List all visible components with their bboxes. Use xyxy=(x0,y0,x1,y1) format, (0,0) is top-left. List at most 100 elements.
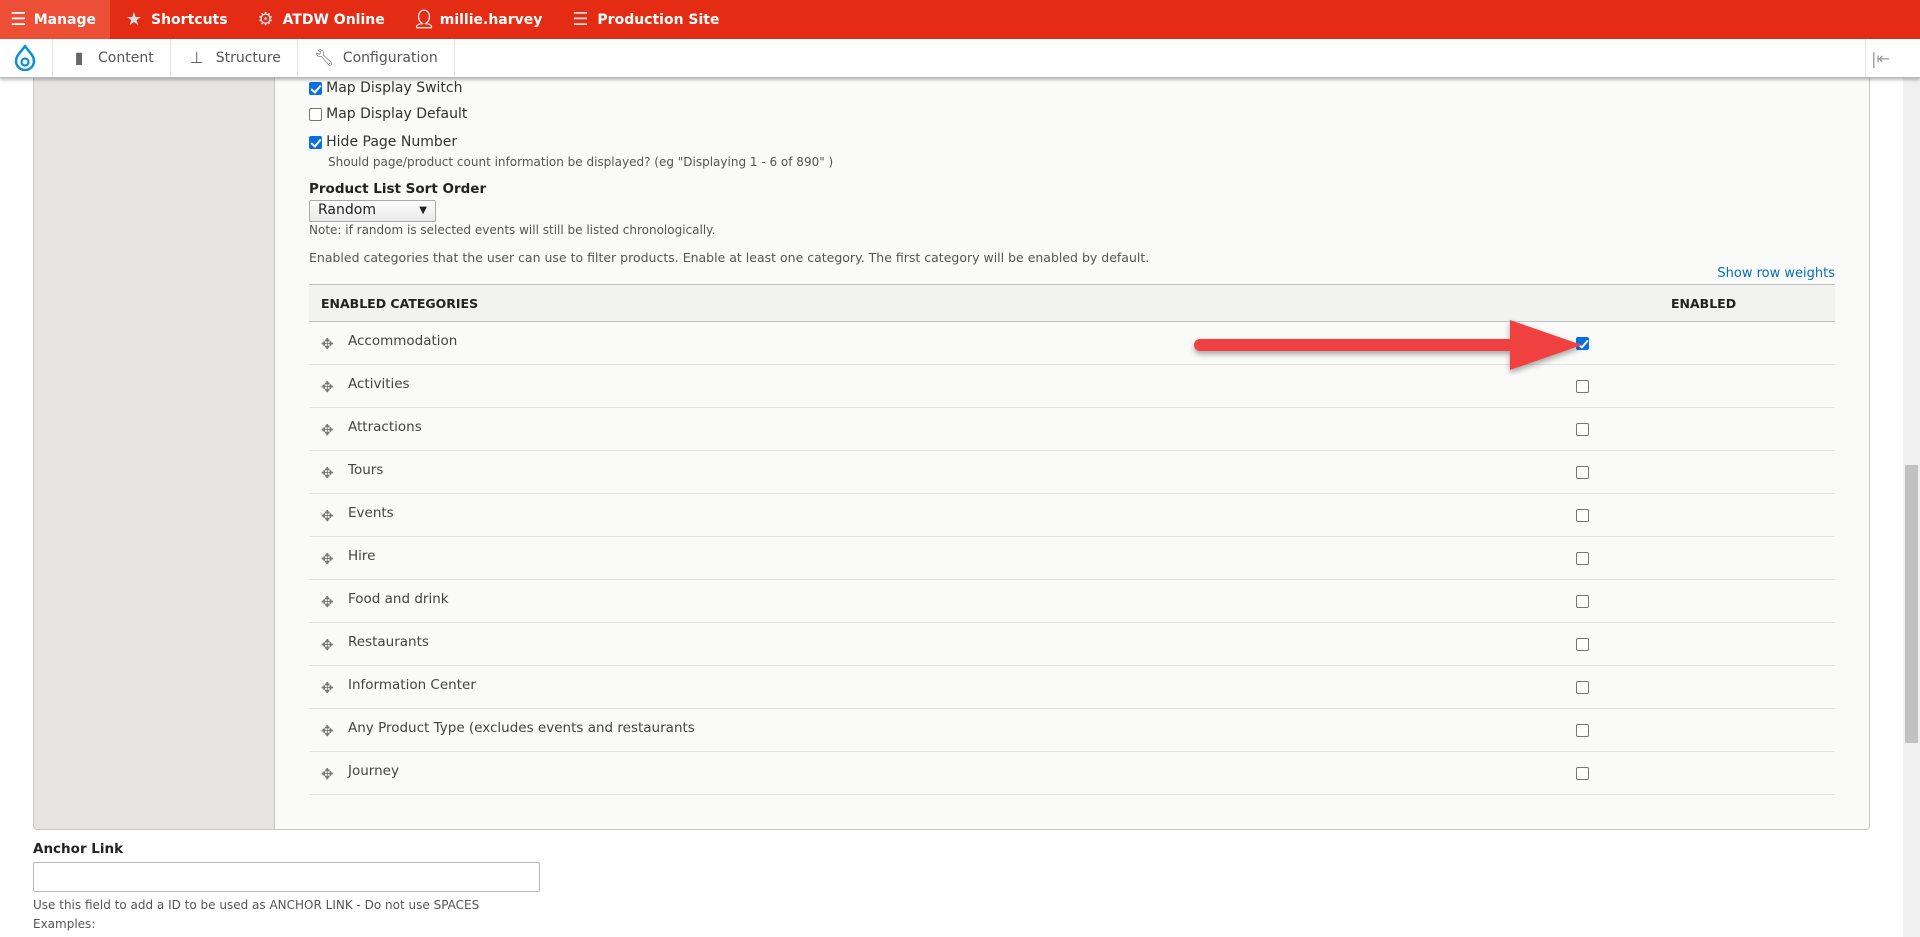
atdw-online-tab[interactable]: ⚙ ATDW Online xyxy=(242,0,399,39)
content-menu[interactable]: ▮ Content xyxy=(53,39,171,77)
table-row: ✥ Activities xyxy=(309,365,1835,408)
drupal-logo[interactable] xyxy=(0,39,53,77)
drag-handle-icon[interactable]: ✥ xyxy=(321,378,334,396)
sitemap-icon: ⊥ xyxy=(189,48,204,67)
category-enabled-checkbox[interactable] xyxy=(1576,681,1589,694)
dropdown-arrow-icon: ▼ xyxy=(419,205,427,216)
sort-order-select[interactable]: Random ▼ xyxy=(309,200,436,222)
vertical-tabs-menu xyxy=(33,78,275,830)
drag-handle-icon[interactable]: ✥ xyxy=(321,464,334,482)
drag-handle-icon[interactable]: ✥ xyxy=(321,421,334,439)
category-name: Information Center xyxy=(348,677,476,693)
user-label: millie.harvey xyxy=(439,11,543,28)
user-tab[interactable]: 👤︎ millie.harvey xyxy=(399,0,557,39)
drag-handle-icon[interactable]: ✥ xyxy=(321,722,334,740)
category-enabled-checkbox[interactable] xyxy=(1576,423,1589,436)
category-enabled-checkbox[interactable] xyxy=(1576,552,1589,565)
category-enabled-checkbox[interactable] xyxy=(1576,380,1589,393)
anchor-link-description: Use this field to add a ID to be used as… xyxy=(33,898,480,912)
map-display-switch-label: Map Display Switch xyxy=(326,80,463,96)
category-name: Events xyxy=(348,505,394,521)
manage-label: Manage xyxy=(33,11,96,28)
table-header: ENABLED CATEGORIES ENABLED xyxy=(309,284,1835,322)
production-site-tab[interactable]: ☰ Production Site xyxy=(556,0,733,39)
map-display-default-checkbox[interactable] xyxy=(309,108,322,121)
collapse-toolbar-button[interactable]: |⇤ xyxy=(1865,39,1895,77)
table-row: ✥ Hire xyxy=(309,537,1835,580)
category-enabled-checkbox[interactable] xyxy=(1576,509,1589,522)
category-name: Hire xyxy=(348,548,376,564)
user-icon: 👤︎ xyxy=(412,8,436,30)
category-enabled-checkbox[interactable] xyxy=(1576,466,1589,479)
category-name: Accommodation xyxy=(348,333,458,349)
category-name: Food and drink xyxy=(348,591,449,607)
configuration-label: Configuration xyxy=(342,50,438,66)
admin-toolbar: ☰ Manage ★ Shortcuts ⚙ ATDW Online 👤︎ millie… xyxy=(0,0,1920,39)
table-row: ✥ Attractions xyxy=(309,408,1835,451)
sort-order-label: Product List Sort Order xyxy=(309,181,487,197)
hamburger-icon: ☰ xyxy=(10,8,27,30)
drupal-drop-icon xyxy=(14,45,36,71)
drag-handle-icon[interactable]: ✥ xyxy=(321,765,334,783)
categories-table: ENABLED CATEGORIES ENABLED ✥ Accommodatio… xyxy=(309,284,1835,795)
table-row: ✥ Tours xyxy=(309,451,1835,494)
hide-page-number-label: Hide Page Number xyxy=(326,134,458,150)
document-icon: ▮ xyxy=(74,48,84,67)
hide-page-number-checkbox[interactable] xyxy=(309,136,322,149)
configuration-menu[interactable]: 🔧︎ Configuration xyxy=(298,39,455,77)
category-name: Attractions xyxy=(348,419,422,435)
drag-handle-icon[interactable]: ✥ xyxy=(321,335,334,353)
category-enabled-checkbox[interactable] xyxy=(1576,767,1589,780)
anchor-link-input[interactable] xyxy=(33,862,540,892)
table-row: ✥ Food and drink xyxy=(309,580,1835,623)
show-row-weights-link[interactable]: Show row weights xyxy=(1717,266,1835,281)
column-header-enabled: ENABLED xyxy=(1671,296,1737,311)
category-name: Restaurants xyxy=(348,634,429,650)
wrench-icon: 🔧︎ xyxy=(313,48,335,67)
drag-handle-icon[interactable]: ✥ xyxy=(321,507,334,525)
drag-handle-icon[interactable]: ✥ xyxy=(321,593,334,611)
table-row: ✥ Events xyxy=(309,494,1835,537)
structure-menu[interactable]: ⊥ Structure xyxy=(171,39,298,77)
admin-tray: ▮ Content ⊥ Structure 🔧︎ Configuration xyxy=(0,39,1920,78)
anchor-link-examples: Examples: xyxy=(33,917,96,931)
hide-page-number[interactable]: Hide Page Number xyxy=(309,134,457,150)
shortcuts-tab[interactable]: ★ Shortcuts xyxy=(110,0,242,39)
star-icon: ★ xyxy=(125,8,143,30)
anchor-link-label: Anchor Link xyxy=(33,841,124,857)
table-row: ✥ Journey xyxy=(309,752,1835,795)
map-display-default[interactable]: Map Display Default xyxy=(309,106,467,122)
shortcuts-label: Shortcuts xyxy=(151,11,228,28)
category-enabled-checkbox[interactable] xyxy=(1576,595,1589,608)
scrollbar-thumb[interactable] xyxy=(1905,465,1918,743)
table-row: ✥ Information Center xyxy=(309,666,1835,709)
site-label: Production Site xyxy=(597,11,720,28)
collapse-arrow-icon: |⇤ xyxy=(1871,48,1890,68)
structure-label: Structure xyxy=(215,50,281,66)
category-enabled-checkbox[interactable] xyxy=(1576,638,1589,651)
column-header-category: ENABLED CATEGORIES xyxy=(321,296,479,311)
category-name: Journey xyxy=(348,763,399,779)
category-name: Activities xyxy=(348,376,410,392)
sort-order-note: Note: if random is selected events will … xyxy=(309,223,716,237)
drag-handle-icon[interactable]: ✥ xyxy=(321,550,334,568)
content-label: Content xyxy=(98,50,154,66)
map-display-switch-checkbox[interactable] xyxy=(309,82,322,95)
categories-intro: Enabled categories that the user can use… xyxy=(309,250,1150,265)
category-enabled-checkbox[interactable] xyxy=(1576,337,1589,350)
table-row: ✥ Accommodation xyxy=(309,322,1835,365)
drag-handle-icon[interactable]: ✥ xyxy=(321,679,334,697)
table-row: ✥ Restaurants xyxy=(309,623,1835,666)
atdw-label: ATDW Online xyxy=(282,11,385,28)
map-display-default-label: Map Display Default xyxy=(326,106,468,122)
drag-handle-icon[interactable]: ✥ xyxy=(321,636,334,654)
hide-page-number-description: Should page/product count information be… xyxy=(328,155,834,169)
map-display-switch[interactable]: Map Display Switch xyxy=(309,80,462,96)
category-name: Any Product Type (excludes events and re… xyxy=(348,720,695,736)
manage-tab[interactable]: ☰ Manage xyxy=(0,0,110,39)
table-row: ✥ Any Product Type (excludes events and r… xyxy=(309,709,1835,752)
server-icon: ☰ xyxy=(572,8,589,30)
category-enabled-checkbox[interactable] xyxy=(1576,724,1589,737)
gear-icon: ⚙ xyxy=(257,8,274,30)
sort-order-value: Random xyxy=(318,202,376,218)
